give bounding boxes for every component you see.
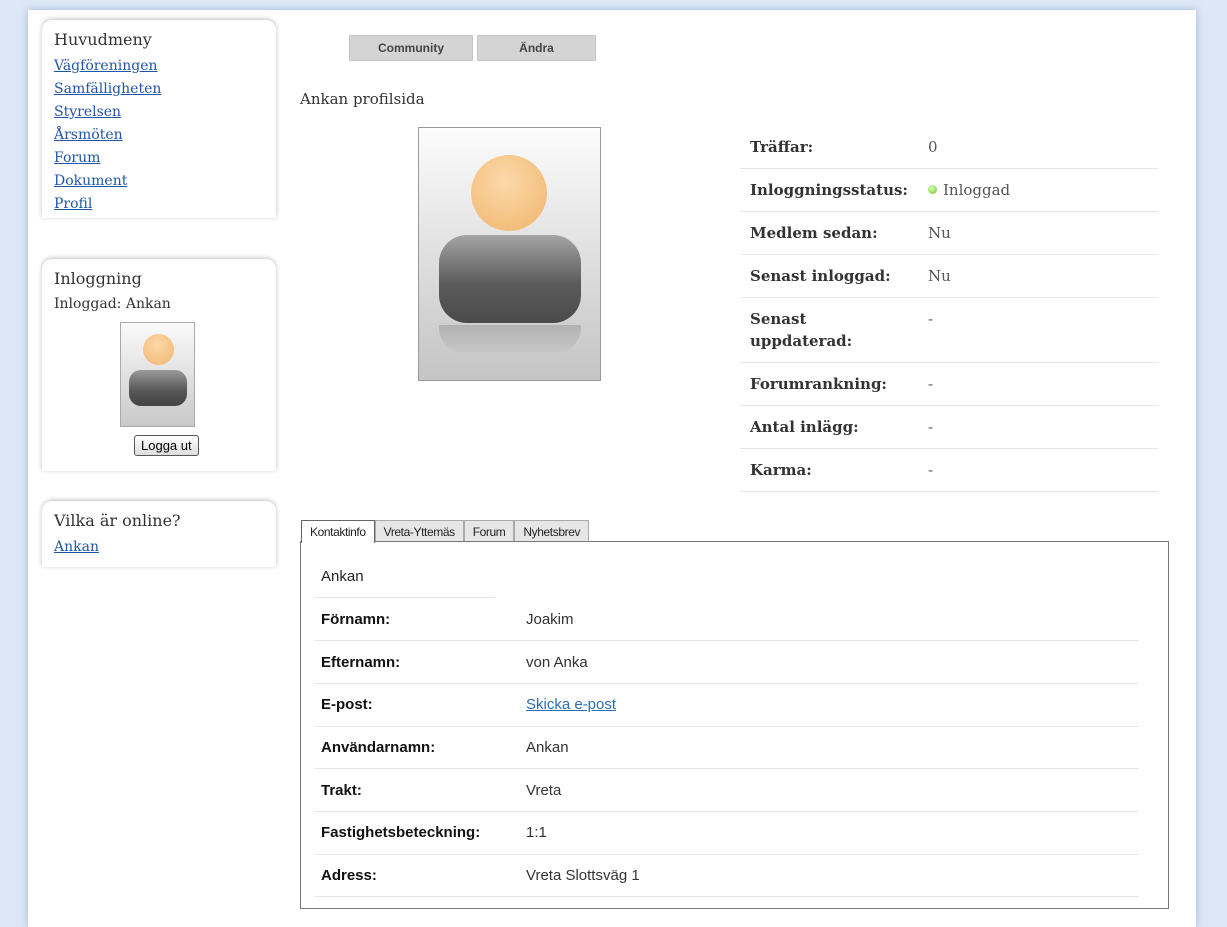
table-row: Förnamn: Joakim — [315, 598, 1139, 642]
page-container: Huvudmeny Vägföreningen Samfälligheten S… — [28, 10, 1196, 927]
stat-value: - — [920, 362, 1158, 406]
contact-label: E-post: — [315, 683, 520, 727]
tab-kontaktinfo[interactable]: Kontaktinfo — [301, 520, 375, 543]
stat-value: Nu — [920, 254, 1158, 298]
profile-title: Ankan profilsida — [300, 90, 425, 108]
profile-avatar — [418, 127, 601, 381]
contact-value: Vreta — [520, 768, 1139, 812]
edit-button[interactable]: Ändra — [477, 35, 596, 61]
stat-value: Nu — [920, 211, 1158, 255]
tab-nyhetsbrev[interactable]: Nyhetsbrev — [514, 520, 590, 542]
contact-value: 1:1 — [520, 811, 1139, 855]
table-row: Fastighetsbeteckning: 1:1 — [315, 811, 1139, 855]
contact-value: Ankan — [520, 726, 1139, 770]
menu-link-forum[interactable]: Forum — [54, 147, 264, 170]
table-row: E-post: Skicka e-post — [315, 683, 1139, 727]
contact-panel: Ankan Förnamn: Joakim Efternamn: von Ank… — [300, 541, 1169, 909]
contact-label: Användarnamn: — [315, 726, 520, 770]
stat-row: Antal inlägg: - — [740, 405, 1158, 449]
stat-row: Medlem sedan: Nu — [740, 211, 1158, 255]
menu-link-profil[interactable]: Profil — [54, 193, 264, 216]
logged-in-text: Inloggad: Ankan — [54, 296, 171, 312]
stat-label: Senast inloggad: — [740, 254, 920, 298]
tab-forum[interactable]: Forum — [463, 520, 515, 542]
contact-value: Joakim — [520, 598, 1139, 642]
avatar-head-shape — [143, 334, 174, 365]
main-menu-title: Huvudmeny — [54, 30, 152, 49]
stat-label: Inloggningsstatus: — [740, 168, 920, 212]
contact-label: Förnamn: — [315, 598, 520, 642]
stat-label: Antal inlägg: — [740, 405, 920, 449]
contact-value: Vreta Slottsväg 1 — [520, 854, 1139, 898]
table-row: Efternamn: von Anka — [315, 640, 1139, 684]
contact-label: Efternamn: — [315, 640, 520, 684]
avatar-body-shape — [439, 235, 581, 323]
stat-row: Inloggningsstatus: Inloggad — [740, 168, 1158, 212]
login-status-text: Inloggad — [943, 181, 1011, 199]
contact-value: Skicka e-post — [520, 683, 1139, 727]
community-button[interactable]: Community — [349, 35, 473, 61]
profile-tabs: Kontaktinfo Vreta-Yttemäs Forum Nyhetsbr… — [301, 520, 590, 543]
menu-link-arsmoten[interactable]: Årsmöten — [54, 124, 264, 147]
table-row: Trakt: Vreta — [315, 768, 1139, 812]
stat-row: Karma: - — [740, 448, 1158, 492]
user-avatar-small — [120, 322, 195, 427]
avatar-head-shape — [471, 155, 547, 231]
menu-link-vagforeningen[interactable]: Vägföreningen — [54, 55, 264, 78]
menu-link-samfalligheten[interactable]: Samfälligheten — [54, 78, 264, 101]
table-row: Användarnamn: Ankan — [315, 726, 1139, 770]
stat-value: - — [920, 297, 1158, 363]
avatar-reflection — [439, 325, 581, 355]
stat-row: Träffar: 0 — [740, 126, 1158, 169]
contact-label: Adress: — [315, 854, 520, 898]
stat-label: Medlem sedan: — [740, 211, 920, 255]
stat-label: Forumrankning: — [740, 362, 920, 406]
stat-label: Karma: — [740, 448, 920, 492]
stat-value: - — [920, 405, 1158, 449]
online-dot-icon — [928, 185, 937, 194]
stat-row: Forumrankning: - — [740, 362, 1158, 406]
contact-username-heading: Ankan — [321, 568, 364, 585]
online-title: Vilka är online? — [54, 511, 181, 530]
stat-row: Senast inloggad: Nu — [740, 254, 1158, 298]
login-box: Inloggning Inloggad: Ankan Logga ut — [42, 259, 276, 471]
online-user-link[interactable]: Ankan — [54, 536, 264, 559]
logout-button[interactable]: Logga ut — [134, 435, 199, 456]
table-row: Adress: Vreta Slottsväg 1 — [315, 854, 1139, 898]
contact-label: Fastighetsbeteckning: — [315, 811, 520, 855]
login-title: Inloggning — [54, 269, 142, 288]
menu-link-styrelsen[interactable]: Styrelsen — [54, 101, 264, 124]
send-email-link[interactable]: Skicka e-post — [526, 696, 616, 713]
main-menu-box: Huvudmeny Vägföreningen Samfälligheten S… — [42, 20, 276, 218]
profile-stats-table: Träffar: 0 Inloggningsstatus: Inloggad M… — [740, 126, 1158, 492]
stat-row: Senast uppdaterad: - — [740, 297, 1158, 363]
stat-value: 0 — [920, 126, 1158, 169]
login-status-value: Inloggad — [920, 168, 1158, 212]
stat-label: Senast uppdaterad: — [740, 297, 920, 363]
avatar-body-shape — [129, 370, 187, 406]
tab-vreta-yttemas[interactable]: Vreta-Yttemäs — [374, 520, 464, 542]
stat-label: Träffar: — [740, 126, 920, 169]
online-users-box: Vilka är online? Ankan — [42, 501, 276, 567]
contact-table: Förnamn: Joakim Efternamn: von Anka E-po… — [315, 598, 1139, 898]
contact-value: von Anka — [520, 640, 1139, 684]
menu-link-dokument[interactable]: Dokument — [54, 170, 264, 193]
stat-value: - — [920, 448, 1158, 492]
contact-label: Trakt: — [315, 768, 520, 812]
